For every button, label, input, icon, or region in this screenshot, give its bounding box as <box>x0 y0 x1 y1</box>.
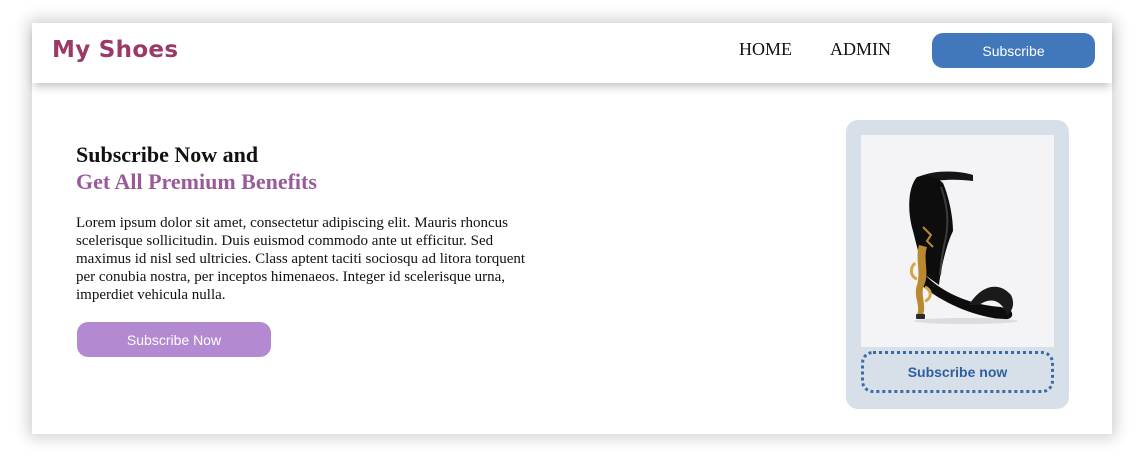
hero-title-line: Subscribe Now and <box>76 142 259 167</box>
site-logo[interactable]: My Shoes <box>52 37 178 63</box>
product-card: Subscribe now <box>846 120 1069 409</box>
hero-description: Lorem ipsum dolor sit amet, consectetur … <box>76 215 526 303</box>
subscribe-now-button[interactable]: Subscribe Now <box>77 322 271 357</box>
nav-link-admin[interactable]: ADMIN <box>830 39 891 60</box>
card-subscribe-button[interactable]: Subscribe now <box>861 351 1054 393</box>
product-image <box>861 135 1054 347</box>
hero-title-accent: Get All Premium Benefits <box>76 169 317 194</box>
top-navbar: My Shoes HOME ADMIN Subscribe <box>32 23 1112 83</box>
nav-link-home[interactable]: HOME <box>739 39 792 60</box>
high-heel-sandal-icon <box>909 171 1018 324</box>
header-subscribe-button[interactable]: Subscribe <box>932 33 1095 68</box>
hero-title: Subscribe Now and Get All Premium Benefi… <box>76 141 317 195</box>
page-container: My Shoes HOME ADMIN Subscribe Subscribe … <box>32 23 1112 434</box>
